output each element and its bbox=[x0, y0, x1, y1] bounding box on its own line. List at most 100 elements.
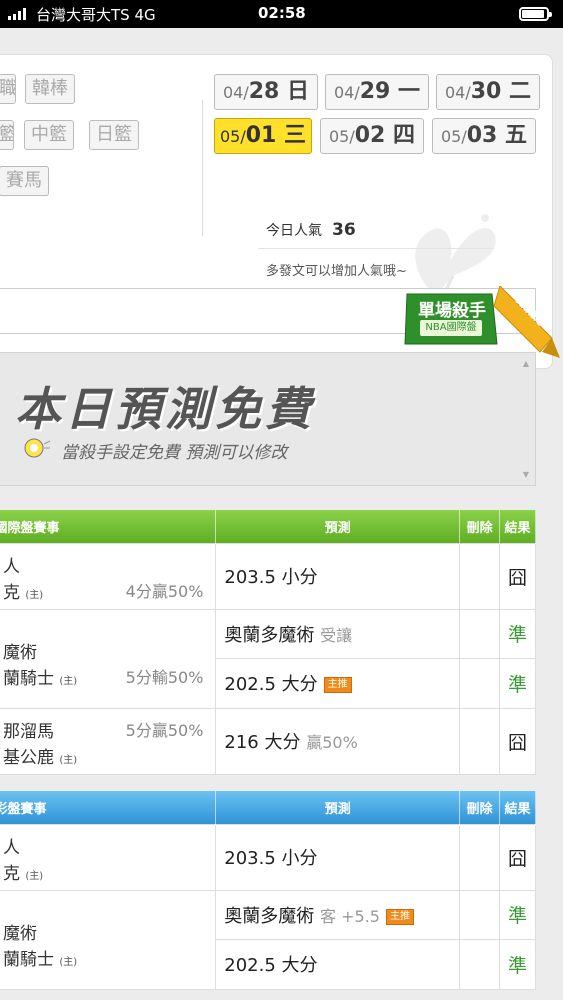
delete-cell[interactable] bbox=[459, 889, 501, 940]
prediction-text: 203.5 小分 bbox=[224, 848, 318, 869]
lightbulb-icon bbox=[24, 438, 51, 458]
featured-tag: 主推 bbox=[385, 908, 414, 925]
sport-tab[interactable]: 日籃 bbox=[89, 120, 139, 150]
date-month: 05/ bbox=[219, 127, 246, 146]
home-marker: (主) bbox=[25, 870, 44, 882]
date-tab[interactable]: 04/28 日 bbox=[214, 74, 318, 110]
sport-tab[interactable]: 賽馬 bbox=[0, 166, 49, 196]
free-prediction-banner: 本日預測免費 當殺手設定免費 預測可以修改 ▲ ▼ bbox=[0, 352, 536, 486]
page: 職 韓棒 籃 中籃 日籃 賽馬 04/28 日 04/29 一 04/30 二 … bbox=[0, 28, 563, 1000]
date-tab-selected[interactable]: 05/01 三 bbox=[214, 118, 312, 154]
divider bbox=[202, 100, 203, 236]
column-header-game: 國際盤賽事 bbox=[0, 510, 217, 543]
date-tab[interactable]: 05/03 五 bbox=[432, 118, 536, 154]
column-header-result: 結果 bbox=[499, 791, 536, 824]
matchup: 魔術 蘭騎士 (主) 5分輸50% bbox=[0, 610, 215, 708]
result-correct: 準 bbox=[499, 889, 536, 940]
sport-tab[interactable]: 中籃 bbox=[24, 120, 74, 150]
prediction-text: 216 大分 bbox=[224, 732, 301, 753]
matchup-cell: 魔術蘭騎士 (主) bbox=[0, 889, 217, 990]
date-month: 04/ bbox=[444, 83, 471, 102]
home-marker: (主) bbox=[59, 754, 78, 766]
prediction-cell: 203.5 小分 bbox=[215, 823, 461, 891]
date-tab[interactable]: 04/30 二 bbox=[436, 74, 540, 110]
sport-tab[interactable]: 籃 bbox=[0, 120, 14, 150]
date-month: 05/ bbox=[440, 127, 467, 146]
table-header-row: 彩盤賽事 預測 刪除 結果 bbox=[0, 791, 536, 824]
sport-lottery-table: 彩盤賽事 預測 刪除 結果人克 (主) 203.5 小分囧魔術 蘭騎士 (主) 奧蘭多魔術 … bbox=[0, 791, 536, 990]
matchup: 魔術蘭騎士 (主) bbox=[0, 891, 215, 989]
home-marker: (主) bbox=[59, 675, 78, 687]
delete-cell[interactable] bbox=[459, 823, 501, 891]
scroll-up-icon[interactable]: ▲ bbox=[523, 359, 529, 368]
prediction-cell: 216 大分 贏50% bbox=[215, 707, 461, 775]
result-correct: 準 bbox=[499, 939, 536, 990]
table-row: 人克 (主) 203.5 小分 囧 bbox=[0, 823, 536, 891]
result-wrong: 囧 bbox=[499, 707, 536, 775]
matchup: 那溜馬 基公鹿 (主) 5分贏50% bbox=[0, 709, 215, 774]
popularity-hint: 多發文可以增加人氣哦~ bbox=[266, 264, 407, 279]
delete-cell[interactable] bbox=[459, 608, 501, 659]
banner-subtitle: 當殺手設定免費 預測可以修改 bbox=[61, 443, 288, 463]
date-tab[interactable]: 04/29 一 bbox=[325, 74, 429, 110]
column-header-game: 彩盤賽事 bbox=[0, 791, 217, 824]
home-team-name: 基公鹿 bbox=[3, 747, 54, 768]
prediction-note: 贏50% bbox=[306, 733, 358, 752]
prediction-text: 202.5 大分 bbox=[224, 674, 318, 696]
scroll-down-icon[interactable]: ▼ bbox=[523, 470, 529, 479]
home-team-name: 蘭騎士 bbox=[3, 949, 54, 970]
prediction-text: 奧蘭多魔術 bbox=[224, 905, 315, 927]
home-marker: (主) bbox=[59, 956, 78, 968]
matchup-cell: 人克 (主) 4分贏50% bbox=[0, 542, 217, 610]
prediction-note: 受讓 bbox=[320, 625, 353, 645]
away-team: 那溜馬 bbox=[3, 721, 54, 742]
matchup-cell: 那溜馬 基公鹿 (主) 5分贏50% bbox=[0, 707, 217, 775]
delete-cell[interactable] bbox=[459, 939, 501, 990]
delete-cell[interactable] bbox=[459, 707, 501, 775]
prediction-text: 202.5 大分 bbox=[224, 955, 318, 977]
prediction-cell: 奧蘭多魔術 受讓 bbox=[215, 608, 461, 659]
battery-icon bbox=[519, 7, 552, 21]
table-row: 魔術 蘭騎士 (主) 5分輸50% 奧蘭多魔術 受讓準 bbox=[0, 608, 536, 709]
handicap-label: 4分贏50% bbox=[125, 581, 204, 601]
away-team: 魔術 bbox=[3, 642, 37, 663]
table-row: 那溜馬 基公鹿 (主) 5分贏50% 216 大分 贏50% 囧 bbox=[0, 707, 536, 775]
international-table: 國際盤賽事 預測 刪除 結果人克 (主) 4分贏50% 203.5 小分囧魔術 蘭騎士 (主… bbox=[0, 510, 536, 775]
delete-cell[interactable] bbox=[459, 542, 501, 610]
sport-tab[interactable]: 職 bbox=[0, 74, 16, 104]
column-header-prediction: 預測 bbox=[215, 510, 461, 543]
column-header-prediction: 預測 bbox=[215, 791, 461, 824]
clock: 02:58 bbox=[258, 4, 306, 22]
result-correct: 準 bbox=[499, 608, 536, 659]
popularity-label: 今日人氣 bbox=[266, 223, 322, 239]
matchup: 人克 (主) 4分贏50% bbox=[0, 544, 215, 609]
date-day: 30 二 bbox=[470, 79, 532, 104]
popularity: 今日人氣 36 bbox=[266, 220, 356, 240]
prediction-text: 203.5 小分 bbox=[224, 567, 318, 588]
away-team: 人 bbox=[3, 556, 20, 577]
date-tab[interactable]: 05/02 四 bbox=[320, 118, 424, 154]
table-header-row: 國際盤賽事 預測 刪除 結果 bbox=[0, 510, 536, 543]
date-day: 03 五 bbox=[466, 123, 528, 148]
prediction-cell: 202.5 大分 bbox=[215, 939, 461, 990]
home-team: 蘭騎士 (主) bbox=[3, 664, 77, 689]
sport-tab[interactable]: 韓棒 bbox=[25, 74, 75, 104]
delete-cell[interactable] bbox=[459, 658, 501, 709]
date-month: 04/ bbox=[333, 83, 360, 102]
away-team: 魔術 bbox=[3, 923, 37, 944]
result-wrong: 囧 bbox=[499, 542, 536, 610]
status-bar: 台灣大哥大TS 4G 02:58 bbox=[0, 0, 563, 28]
matchup: 人克 (主) bbox=[0, 825, 215, 890]
popularity-value: 36 bbox=[332, 220, 356, 240]
home-team: 基公鹿 (主) bbox=[3, 743, 77, 768]
ribbon-title: 單場殺手 bbox=[418, 301, 486, 321]
home-team-name: 蘭騎士 bbox=[3, 668, 54, 689]
ribbon-subtitle: NBA國際盤 bbox=[420, 320, 482, 336]
table-row: 人克 (主) 4分贏50% 203.5 小分 囧 bbox=[0, 542, 536, 610]
prediction-text: 奧蘭多魔術 bbox=[224, 624, 315, 646]
handicap-label: 5分贏50% bbox=[125, 720, 204, 740]
date-day: 29 一 bbox=[359, 79, 421, 104]
home-team: 克 (主) bbox=[3, 859, 43, 884]
home-team: 克 (主) bbox=[3, 578, 43, 603]
result-wrong: 囧 bbox=[499, 823, 536, 891]
